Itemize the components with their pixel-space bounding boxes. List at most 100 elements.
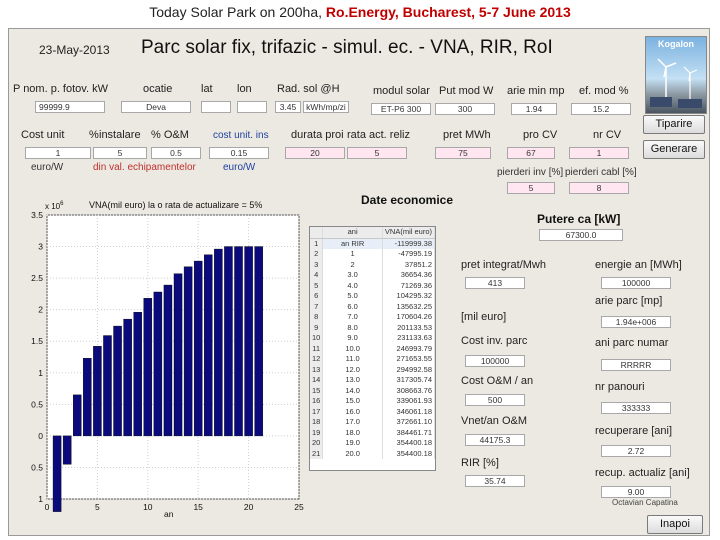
right-panel-field[interactable]: 333333 (601, 402, 671, 414)
generare-button[interactable]: Generare (643, 140, 705, 159)
rad-input[interactable]: 3.45 (275, 101, 301, 113)
table-row[interactable]: 5 4.0 71269.36 (310, 280, 435, 291)
varmin-input[interactable]: 1.94 (511, 103, 557, 115)
bar-year-17 (214, 248, 223, 437)
table-row[interactable]: 9 8.0 201133.53 (310, 322, 435, 333)
putere-field[interactable]: 67300.0 (539, 229, 623, 241)
label-efmod: ef. mod % (579, 85, 629, 97)
table-row[interactable]: 6 5.0 104295.32 (310, 291, 435, 302)
right-panel-field[interactable]: 2.72 (601, 445, 671, 457)
right-panel-field[interactable]: 35.74 (465, 475, 525, 487)
vna-cell: 372661.10 (382, 417, 435, 428)
pnom-input[interactable]: 99999.9 (35, 101, 105, 113)
label-durata: durata proi (291, 129, 344, 141)
y-tick-label: 2.5 (31, 273, 43, 283)
table-header-row: ani VNA(mil euro) (310, 227, 435, 239)
table-header-cell[interactable]: VNA(mil euro) (382, 227, 435, 239)
right-panel-field[interactable]: 100000 (465, 355, 525, 367)
table-row[interactable]: 21 20.0 354400.18 (310, 448, 435, 459)
vna-cell: 246993.79 (382, 343, 435, 354)
right-panel-field[interactable]: 9.00 (601, 486, 671, 498)
tiparire-button[interactable]: Tiparire (643, 115, 705, 134)
label-procv: pro CV (523, 129, 558, 141)
procv-input[interactable]: 67 (507, 147, 555, 159)
table-row[interactable]: 1 an RIR -119999.38 (310, 238, 435, 249)
year-cell: 14.0 (322, 385, 383, 396)
table-row[interactable]: 19 18.0 384461.71 (310, 427, 435, 438)
cost-unit-ins-input[interactable]: 0.15 (209, 147, 269, 159)
lat-input[interactable] (201, 101, 231, 113)
y-tick-label: 3 (38, 242, 43, 252)
pret-input[interactable]: 75 (435, 147, 491, 159)
author-label: Octavian Capatina (612, 498, 678, 507)
y-tick-label: 0.5 (31, 462, 43, 472)
date-label: 23-May-2013 (39, 43, 110, 57)
table-row[interactable]: 11 10.0 246993.79 (310, 343, 435, 354)
row-number: 10 (310, 333, 324, 344)
right-panel-label: recuperare [ani] (595, 425, 673, 437)
table-row[interactable]: 7 6.0 135632.25 (310, 301, 435, 312)
efmod-input[interactable]: 15.2 (571, 103, 631, 115)
right-panel-field[interactable]: 100000 (601, 277, 671, 289)
label-cost: Cost unit (21, 129, 65, 141)
row-number: 13 (310, 364, 324, 375)
table-row[interactable]: 4 3.0 36654.36 (310, 270, 435, 281)
table-row[interactable]: 8 7.0 170604.26 (310, 312, 435, 323)
vna-table[interactable]: ani VNA(mil euro) 1 an RIR -119999.38 2 1 -479… (309, 226, 436, 471)
putmod-input[interactable]: 300 (435, 103, 495, 115)
instalare-input[interactable]: 5 (93, 147, 147, 159)
table-row[interactable]: 13 12.0 294992.58 (310, 364, 435, 375)
bar-year-12 (163, 284, 173, 437)
table-row[interactable]: 15 14.0 308663.76 (310, 385, 435, 396)
row-number: 19 (310, 427, 324, 438)
table-row[interactable]: 14 13.0 317305.74 (310, 375, 435, 386)
rata-input[interactable]: 5 (347, 147, 407, 159)
table-row[interactable]: 17 16.0 346061.18 (310, 406, 435, 417)
nrcv-input[interactable]: 1 (569, 147, 629, 159)
table-row[interactable]: 2 1 -47995.19 (310, 249, 435, 260)
om-input[interactable]: 0.5 (151, 147, 201, 159)
modul-select[interactable]: ET-P6 300 (371, 103, 431, 115)
right-panel-field[interactable]: 44175.3 (465, 434, 525, 446)
table-row[interactable]: 10 9.0 231133.63 (310, 333, 435, 344)
bar-year-3 (73, 394, 82, 437)
pierderi-cabl-input[interactable]: 8 (569, 182, 629, 194)
label-rata: rata act. reliz (347, 129, 410, 141)
table-row[interactable]: 20 19.0 354400.18 (310, 438, 435, 449)
vna-cell: 104295.32 (382, 291, 435, 302)
year-cell: an RIR (322, 238, 383, 249)
inapoi-button[interactable]: Inapoi (647, 515, 703, 534)
right-panel-field[interactable]: 500 (465, 394, 525, 406)
table-row[interactable]: 16 15.0 339061.93 (310, 396, 435, 407)
lon-input[interactable] (237, 101, 267, 113)
cost-input[interactable]: 1 (25, 147, 91, 159)
table-row[interactable]: 18 17.0 372661.10 (310, 417, 435, 428)
vna-cell: 384461.71 (382, 427, 435, 438)
y-tick-label: 3.5 (31, 210, 43, 220)
right-panel-field[interactable]: 413 (465, 277, 525, 289)
right-panel-field[interactable]: 1.94e+006 (601, 316, 671, 328)
table-header-cell[interactable] (310, 227, 324, 239)
label-pret: pret MWh (443, 129, 491, 141)
table-header-cell[interactable]: ani (322, 227, 383, 239)
y-tick-label: 1 (38, 494, 43, 504)
slide-title: Today Solar Park on 200ha, Ro.Energy, Bu… (0, 4, 720, 20)
rad-unit-select[interactable]: kWh/mp/zi (303, 101, 349, 113)
table-row[interactable]: 12 11.0 271653.55 (310, 354, 435, 365)
locatie-input[interactable]: Deva (121, 101, 191, 113)
row-number: 9 (310, 322, 324, 333)
x-tick-label: 20 (244, 502, 254, 512)
row-number: 4 (310, 270, 324, 281)
kogalon-logo: Kogalon (645, 36, 707, 114)
logo-text: Kogalon (658, 39, 694, 49)
pierderi-inv-input[interactable]: 5 (507, 182, 555, 194)
bar-year-7 (113, 325, 122, 437)
row-number: 8 (310, 312, 324, 323)
vna-cell: 71269.36 (382, 280, 435, 291)
durata-input[interactable]: 20 (285, 147, 345, 159)
bar-year-16 (204, 254, 213, 437)
right-panel-field[interactable]: RRRRR (601, 359, 671, 371)
right-panel-label: ani parc numar (595, 337, 669, 349)
table-row[interactable]: 3 2 37851.2 (310, 259, 435, 270)
label-varmin: arie min mp (507, 85, 565, 97)
